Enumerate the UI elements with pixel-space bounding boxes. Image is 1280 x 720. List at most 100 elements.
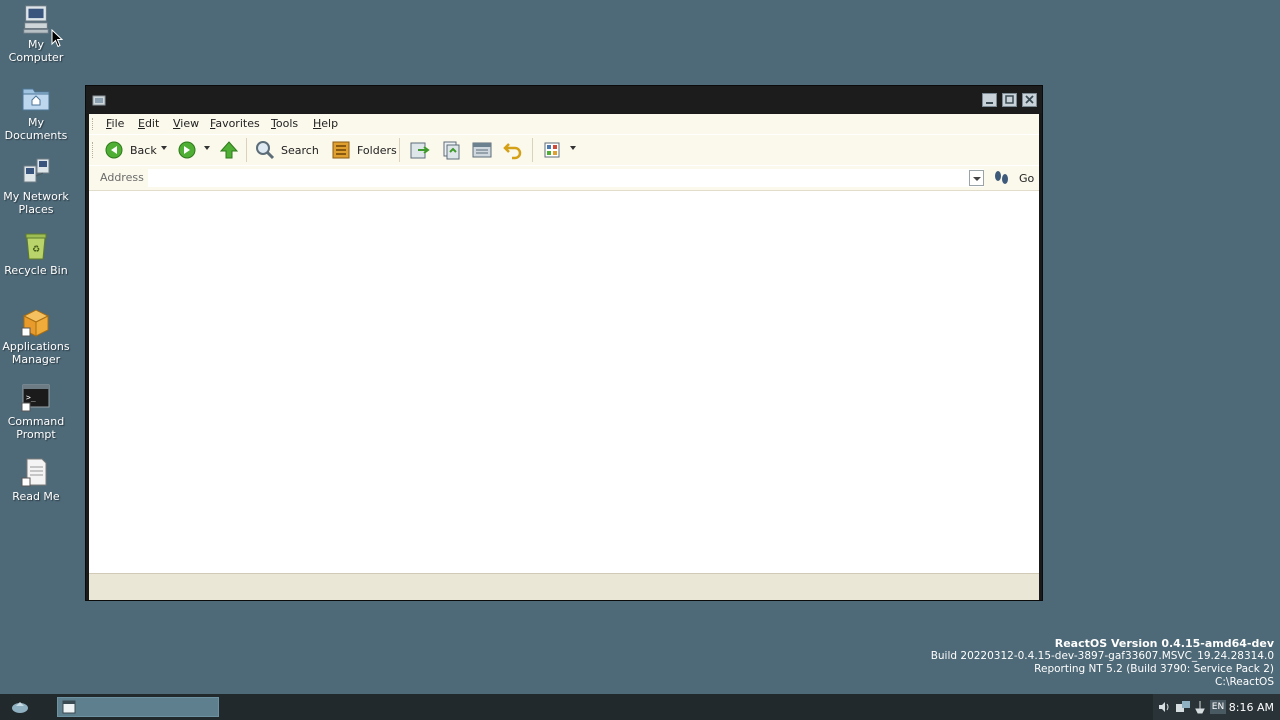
forward-arrow-icon: [178, 141, 196, 159]
toolbar-separator: [246, 138, 247, 162]
standard-toolbar: Back Search Folders: [89, 135, 1039, 165]
desktop-icon-label: Places: [18, 203, 54, 216]
close-icon: [1025, 95, 1034, 104]
views-button[interactable]: [543, 139, 561, 161]
status-bar: [89, 573, 1039, 600]
desktop-icon-my-network-places[interactable]: My Network Places: [0, 156, 72, 216]
forward-dropdown[interactable]: [204, 146, 210, 150]
address-dropdown-button[interactable]: [969, 170, 984, 186]
version-reporting: Reporting NT 5.2 (Build 3790: Service Pa…: [1034, 663, 1274, 675]
language-indicator[interactable]: EN: [1210, 700, 1226, 714]
menu-bar-grip[interactable]: [92, 118, 95, 130]
forward-button[interactable]: [177, 139, 197, 161]
desktop-icon-read-me[interactable]: Read Me: [0, 456, 72, 503]
delete-icon: [472, 142, 492, 158]
delete-button[interactable]: [471, 139, 493, 161]
desktop-icon-label: Command: [7, 415, 65, 428]
minimize-icon: [986, 102, 993, 104]
up-arrow-icon: [219, 141, 239, 159]
folders-icon: [332, 141, 350, 159]
read-me-icon: [21, 458, 47, 487]
menu-file[interactable]: File: [106, 117, 124, 130]
close-button[interactable]: [1022, 93, 1037, 107]
desktop-icon-label: Read Me: [12, 490, 60, 503]
desktop-icon-command-prompt[interactable]: >_ Command Prompt: [0, 381, 72, 441]
desktop-icon-applications-manager[interactable]: Applications Manager: [0, 306, 72, 366]
desktop-icon-label: Prompt: [16, 428, 56, 441]
system-tray: EN 8:16 AM: [1153, 694, 1280, 720]
desktop-icon-label: Computer: [8, 51, 64, 64]
version-info: ReactOS Version 0.4.15-amd64-dev Build 2…: [931, 637, 1274, 689]
address-label: Address: [100, 171, 144, 184]
toolbar-separator: [532, 138, 533, 162]
desktop-icon-label: Recycle Bin: [4, 264, 68, 277]
menu-favorites[interactable]: Favorites: [210, 117, 260, 130]
minimize-button[interactable]: [982, 93, 997, 107]
up-button[interactable]: [219, 139, 239, 161]
taskbar-button-explorer[interactable]: [57, 697, 219, 717]
clock[interactable]: 8:16 AM: [1229, 701, 1274, 714]
network-tray-icon[interactable]: [1175, 700, 1191, 714]
mouse-cursor-icon: [51, 29, 63, 48]
undo-icon: [503, 143, 522, 160]
window-system-icon[interactable]: [92, 93, 106, 107]
move-to-button[interactable]: [409, 139, 431, 161]
menu-help[interactable]: Help: [313, 117, 338, 130]
search-icon: [256, 141, 275, 160]
explorer-window: File Edit View Favorites Tools Help Back: [85, 85, 1043, 601]
maximize-button[interactable]: [1002, 93, 1017, 107]
desktop-icon-label: Documents: [4, 129, 68, 142]
svg-text:>_: >_: [26, 393, 36, 402]
folders-label: Folders: [357, 143, 397, 157]
desktop-icon-label: Applications: [2, 340, 70, 353]
views-icon: [544, 142, 560, 158]
go-footsteps-icon: [995, 171, 1008, 184]
recycle-bin-icon: ♻: [25, 233, 47, 260]
back-label: Back: [130, 143, 157, 157]
undo-button[interactable]: [503, 139, 523, 161]
applications-manager-icon: [21, 309, 50, 337]
folders-button[interactable]: Folders: [331, 139, 397, 161]
network-icon: [23, 158, 50, 183]
copy-to-icon: [443, 141, 460, 160]
computer-icon: [23, 5, 49, 34]
search-label: Search: [281, 143, 319, 157]
copy-to-button[interactable]: [440, 139, 462, 161]
volume-icon[interactable]: [1157, 700, 1171, 714]
menu-bar: File Edit View Favorites Tools Help: [89, 114, 1039, 134]
menu-tools[interactable]: Tools: [271, 117, 298, 130]
window-titlebar[interactable]: [86, 86, 1042, 113]
back-dropdown[interactable]: [161, 146, 167, 150]
start-button[interactable]: [6, 697, 46, 717]
move-to-icon: [410, 142, 430, 159]
taskbar: EN 8:16 AM: [0, 694, 1280, 720]
toolbar-grip[interactable]: [92, 142, 95, 158]
file-list-view[interactable]: [89, 191, 1039, 571]
maximize-icon: [1005, 95, 1014, 104]
back-arrow-icon: [105, 141, 123, 159]
command-prompt-icon: >_: [21, 384, 50, 412]
documents-icon: [22, 88, 50, 111]
menu-edit[interactable]: Edit: [138, 117, 159, 130]
safely-remove-icon[interactable]: [1193, 700, 1207, 714]
explorer-window-icon: [62, 700, 76, 714]
back-button[interactable]: Back: [104, 139, 157, 161]
search-button[interactable]: Search: [255, 139, 319, 161]
window-client-area: File Edit View Favorites Tools Help Back: [89, 114, 1039, 600]
version-title: ReactOS Version 0.4.15-amd64-dev: [1054, 637, 1274, 650]
go-button[interactable]: Go: [993, 169, 1034, 187]
desktop-icon-label: My: [27, 116, 44, 129]
go-label: Go: [1019, 171, 1035, 185]
menu-view[interactable]: View: [173, 117, 199, 130]
version-path: C:\ReactOS: [1215, 676, 1274, 688]
version-build: Build 20220312-0.4.15-dev-3897-gaf33607.…: [930, 650, 1274, 662]
svg-text:♻: ♻: [32, 245, 40, 255]
start-icon: [12, 702, 28, 713]
views-dropdown[interactable]: [570, 146, 576, 150]
toolbar-separator: [399, 138, 400, 162]
address-input[interactable]: [148, 169, 984, 187]
desktop-icon-my-documents[interactable]: My Documents: [0, 82, 72, 142]
desktop-icon-label: My Network: [3, 190, 69, 203]
desktop-icon-label: Manager: [11, 353, 61, 366]
desktop-icon-recycle-bin[interactable]: ♻ Recycle Bin: [0, 230, 72, 277]
